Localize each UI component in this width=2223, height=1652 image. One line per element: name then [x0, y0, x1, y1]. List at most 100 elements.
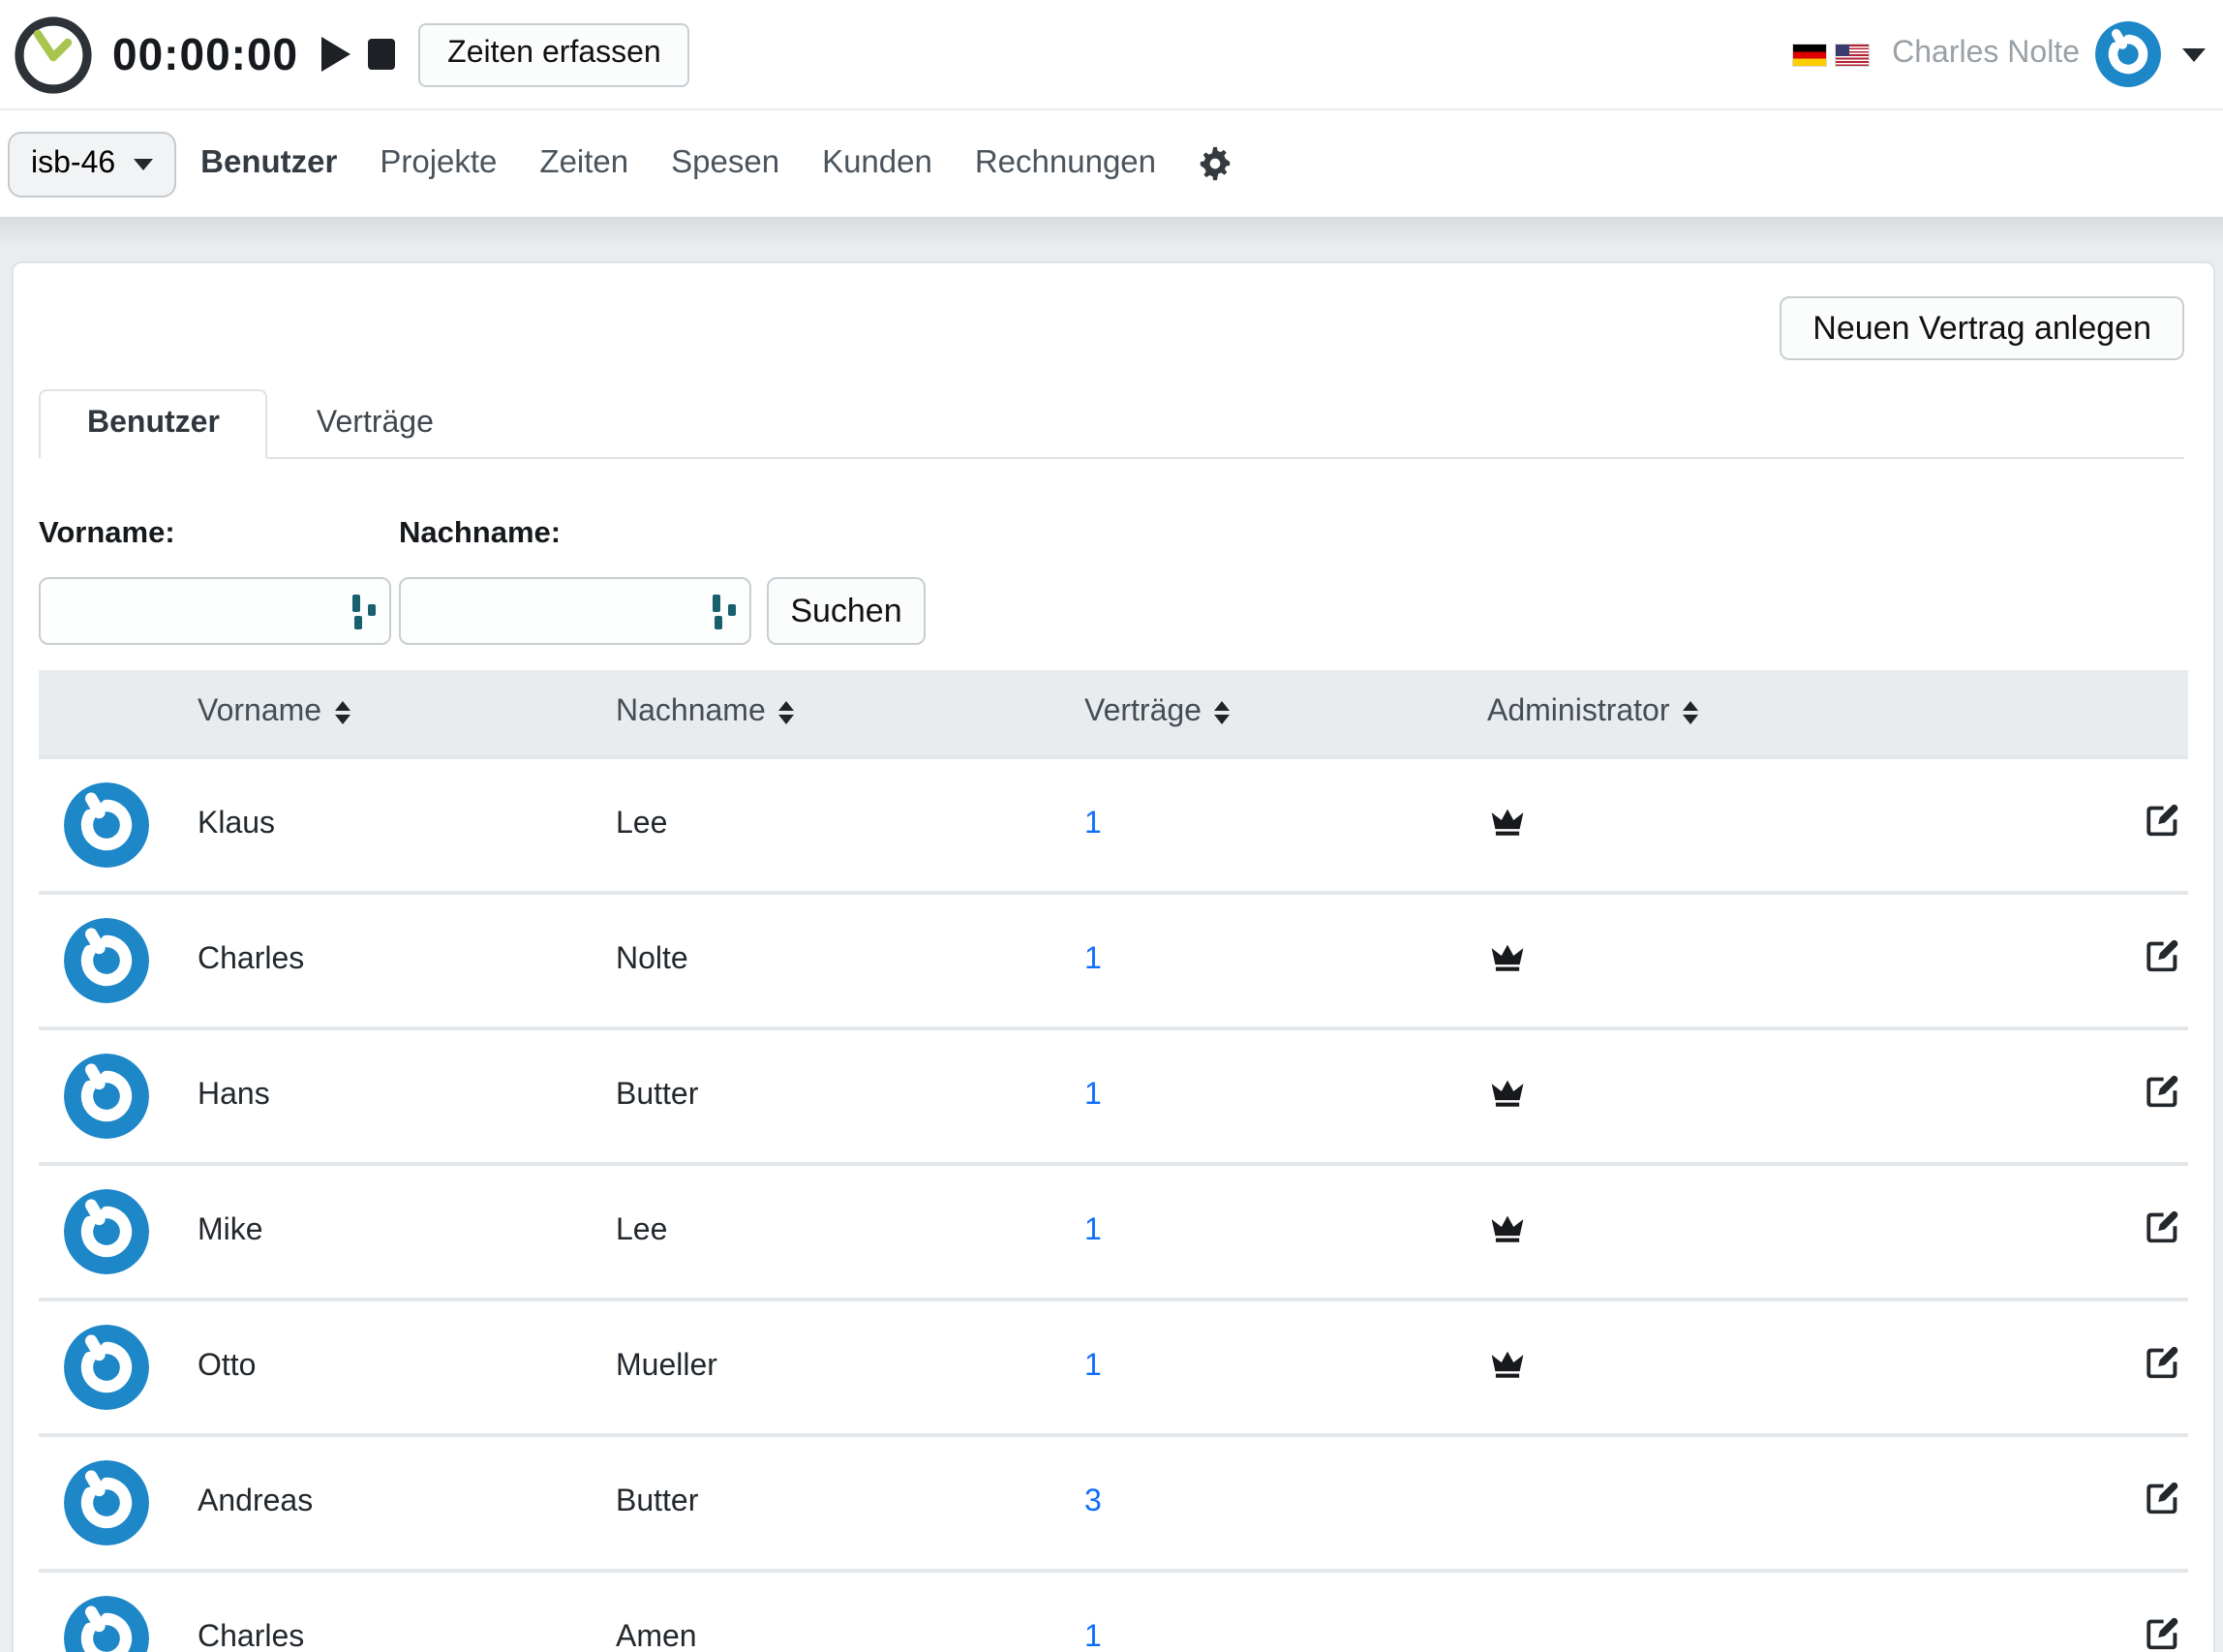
- col-avatar: [39, 670, 198, 757]
- col-administrator[interactable]: Administrator: [1487, 670, 2132, 757]
- workspace-selector[interactable]: isb-46: [8, 131, 175, 197]
- edit-user-button[interactable]: [2144, 937, 2180, 974]
- sort-icon[interactable]: [779, 701, 795, 724]
- col-actions: [2132, 670, 2188, 757]
- admin-crown-icon: [1487, 803, 1528, 838]
- user-avatar[interactable]: [2095, 21, 2161, 87]
- play-icon[interactable]: [321, 37, 350, 72]
- page-background: Neuen Vertrag anlegen Benutzer Verträge …: [0, 217, 2223, 1652]
- cell-vorname: Andreas: [198, 1435, 616, 1571]
- users-table: Vorname Nachname Verträge Administrator …: [39, 670, 2188, 1652]
- col-vertraege[interactable]: Verträge: [1084, 670, 1487, 757]
- col-vorname[interactable]: Vorname: [198, 670, 616, 757]
- form-fill-extension-icon[interactable]: [713, 595, 736, 629]
- filter-form: Vorname: Nachname: Suchen: [39, 517, 2184, 645]
- last-name-label: Nachname:: [399, 517, 751, 552]
- cell-vertraege: 1: [1084, 1571, 1487, 1652]
- first-name-field-group: Vorname:: [39, 517, 391, 645]
- german-flag-icon[interactable]: [1793, 44, 1826, 65]
- power-logo-icon: [64, 1054, 149, 1139]
- cell-nachname: Amen: [616, 1571, 1084, 1652]
- cell-vertraege: 1: [1084, 893, 1487, 1028]
- cell-vertraege: 1: [1084, 1164, 1487, 1300]
- table-row: Charles Nolte 1: [39, 893, 2188, 1028]
- cell-vertraege: 3: [1084, 1435, 1487, 1571]
- power-logo-icon: [64, 918, 149, 1003]
- admin-crown-icon: [1487, 938, 1528, 973]
- cell-vorname: Charles: [198, 1571, 616, 1652]
- table-row: Klaus Lee 1: [39, 757, 2188, 893]
- contract-count-link[interactable]: 1: [1084, 943, 1102, 976]
- tab-vertraege[interactable]: Verträge: [268, 389, 482, 459]
- contract-count-link[interactable]: 1: [1084, 1079, 1102, 1112]
- contract-count-link[interactable]: 1: [1084, 808, 1102, 841]
- nav-item-zeiten[interactable]: Zeiten: [518, 145, 650, 182]
- cell-nachname: Butter: [616, 1435, 1084, 1571]
- table-row: Andreas Butter 3: [39, 1435, 2188, 1571]
- us-flag-icon[interactable]: [1836, 44, 1869, 65]
- cell-administrator: [1487, 757, 2132, 893]
- table-row: Mike Lee 1: [39, 1164, 2188, 1300]
- create-contract-button[interactable]: Neuen Vertrag anlegen: [1780, 296, 2184, 360]
- nav-item-rechnungen[interactable]: Rechnungen: [954, 145, 1177, 182]
- table-row: Hans Butter 1: [39, 1028, 2188, 1164]
- sort-icon[interactable]: [1215, 701, 1231, 724]
- form-fill-extension-icon[interactable]: [352, 595, 376, 629]
- cell-nachname: Lee: [616, 757, 1084, 893]
- first-name-input[interactable]: [41, 579, 389, 643]
- edit-user-button[interactable]: [2144, 1073, 2180, 1110]
- power-logo-icon: [64, 1189, 149, 1274]
- nav-item-kunden[interactable]: Kunden: [801, 145, 954, 182]
- cell-administrator: [1487, 1571, 2132, 1652]
- nav-item-benutzer[interactable]: Benutzer: [179, 145, 358, 182]
- edit-user-button[interactable]: [2144, 1344, 2180, 1381]
- nav-item-projekte[interactable]: Projekte: [358, 145, 518, 182]
- edit-user-button[interactable]: [2144, 802, 2180, 839]
- settings-gear-icon[interactable]: [1197, 145, 1233, 182]
- timer-clock-icon: [14, 15, 93, 94]
- cell-administrator: [1487, 1028, 2132, 1164]
- table-row: Otto Mueller 1: [39, 1300, 2188, 1435]
- sort-icon[interactable]: [335, 701, 350, 724]
- edit-user-button[interactable]: [2144, 1480, 2180, 1516]
- cell-administrator: [1487, 1300, 2132, 1435]
- admin-crown-icon: [1487, 1345, 1528, 1380]
- nav-item-spesen[interactable]: Spesen: [650, 145, 801, 182]
- cell-nachname: Lee: [616, 1164, 1084, 1300]
- nav-links: Benutzer Projekte Zeiten Spesen Kunden R…: [179, 145, 1177, 182]
- topbar-user-area: Charles Nolte: [1793, 21, 2223, 87]
- content-panel: Neuen Vertrag anlegen Benutzer Verträge …: [12, 261, 2215, 1652]
- cell-vorname: Otto: [198, 1300, 616, 1435]
- cell-administrator: [1487, 1164, 2132, 1300]
- admin-crown-icon: [1487, 1074, 1528, 1109]
- tab-benutzer[interactable]: Benutzer: [39, 389, 268, 459]
- power-logo-icon: [64, 1325, 149, 1410]
- cell-administrator: [1487, 1435, 2132, 1571]
- admin-crown-icon: [1487, 1209, 1528, 1244]
- user-avatar: [64, 1189, 149, 1274]
- sort-icon[interactable]: [1684, 701, 1699, 724]
- contract-count-link[interactable]: 3: [1084, 1485, 1102, 1518]
- record-times-button[interactable]: Zeiten erfassen: [418, 22, 690, 86]
- user-avatar: [64, 1460, 149, 1545]
- edit-user-button[interactable]: [2144, 1615, 2180, 1652]
- search-button[interactable]: Suchen: [767, 577, 926, 645]
- contract-count-link[interactable]: 1: [1084, 1350, 1102, 1383]
- contract-count-link[interactable]: 1: [1084, 1214, 1102, 1247]
- col-nachname[interactable]: Nachname: [616, 670, 1084, 757]
- user-menu-caret-icon[interactable]: [2182, 47, 2206, 61]
- cell-nachname: Nolte: [616, 893, 1084, 1028]
- user-avatar: [64, 782, 149, 868]
- last-name-input[interactable]: [401, 579, 749, 643]
- power-logo-icon: [64, 1460, 149, 1545]
- edit-user-button[interactable]: [2144, 1208, 2180, 1245]
- contract-count-link[interactable]: 1: [1084, 1621, 1102, 1652]
- main-navigation: isb-46 Benutzer Projekte Zeiten Spesen K…: [0, 110, 2223, 217]
- power-logo-icon: [64, 1596, 149, 1652]
- timer-display: 00:00:00: [112, 28, 298, 80]
- user-avatar: [64, 1596, 149, 1652]
- stop-icon[interactable]: [368, 39, 395, 70]
- power-logo-icon: [2095, 21, 2161, 87]
- cell-vorname: Hans: [198, 1028, 616, 1164]
- cell-vorname: Mike: [198, 1164, 616, 1300]
